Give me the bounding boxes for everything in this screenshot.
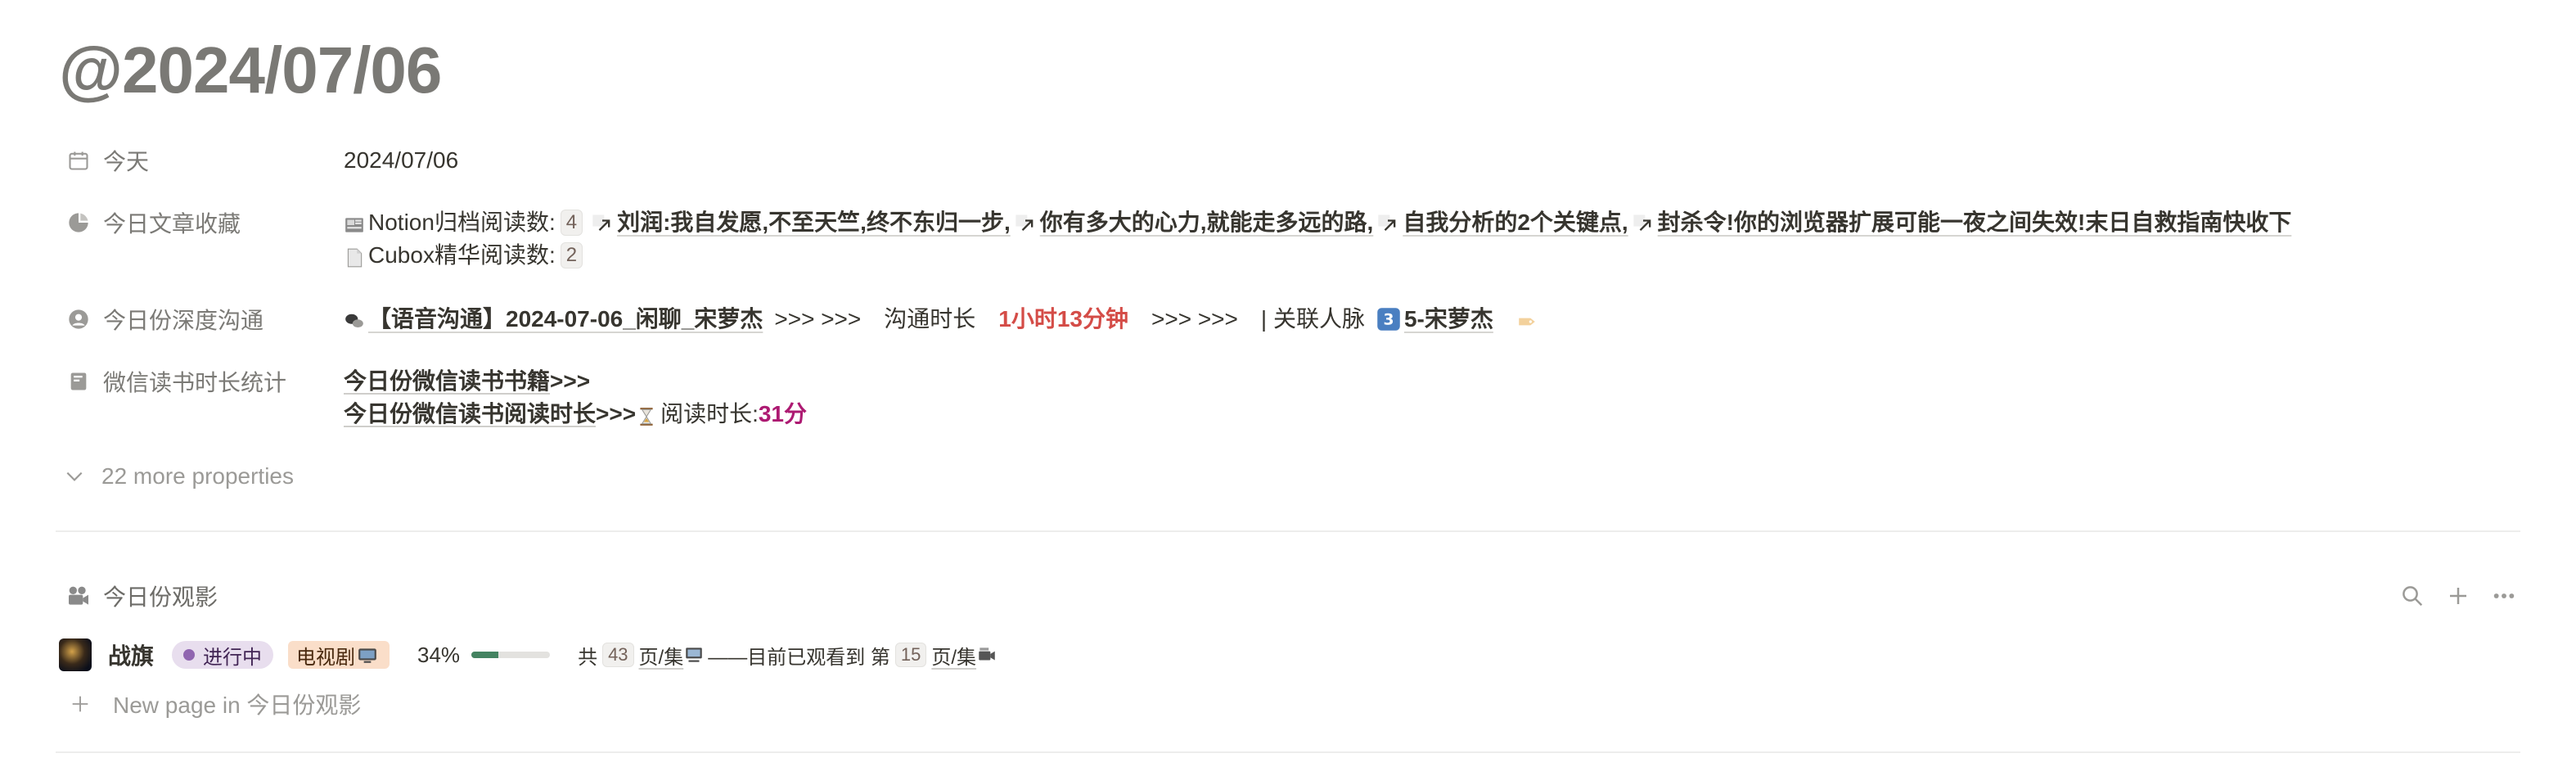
pie-chart-icon <box>67 211 90 234</box>
link-arrow-icon <box>1376 211 1399 234</box>
film-camera-icon <box>65 583 92 609</box>
relation-link[interactable]: 5-宋萝杰 <box>1404 303 1493 336</box>
wechat-books-line: 今日份微信读书书籍 >>> <box>344 365 2494 398</box>
progress-bar <box>471 652 551 658</box>
category-tag-text: 电视剧 <box>296 646 356 669</box>
cubox-line: Cubox精华阅读数: 2 <box>344 239 2494 272</box>
notion-archive-label: Notion归档阅读数: <box>368 210 556 235</box>
reading-duration-prefix: 阅读时长: <box>660 401 759 426</box>
property-row-deep-talk: 今日份深度沟通 【语音沟通】2024-07-06_闲聊_宋萝杰 >>> >>> … <box>59 303 2494 336</box>
calendar-icon <box>67 149 90 172</box>
tag-label-icon <box>1516 309 1538 330</box>
watched-count: 15 <box>894 643 927 667</box>
article-link-4[interactable]: 封杀令!你的浏览器扩展可能一夜之间失效!末日自救指南快收下 <box>1658 206 2292 239</box>
total-suffix: 页/集 <box>638 646 684 669</box>
plus-icon <box>72 696 88 712</box>
today-date: 2024/07/06 <box>344 147 459 173</box>
status-dot <box>183 649 196 661</box>
duration-label: 沟通时长 <box>884 306 976 332</box>
notion-archive-count: 4 <box>560 210 583 236</box>
progress-fill <box>471 652 498 658</box>
property-label-wechat-reading[interactable]: 微信读书时长统计 <box>59 365 344 398</box>
speech-bubbles-icon <box>344 309 365 330</box>
property-label-text: 今日文章收藏 <box>103 211 241 237</box>
more-properties-label: 22 more properties <box>101 463 295 489</box>
database-actions <box>2399 583 2517 609</box>
new-page-label: New page in 今日份观影 <box>113 693 362 718</box>
page-title[interactable]: @2024/07/06 <box>59 31 442 110</box>
more-options-icon[interactable] <box>2491 583 2517 609</box>
wechat-books-arrows: >>> <box>550 368 591 394</box>
database-title-text: 今日份观影 <box>103 584 218 610</box>
deep-talk-line: 【语音沟通】2024-07-06_闲聊_宋萝杰 >>> >>> 沟通时长 1小时… <box>344 303 2494 336</box>
page-thumbnail <box>59 638 92 671</box>
newspaper-icon <box>344 212 365 233</box>
cubox-count: 2 <box>560 242 583 268</box>
watched-text: ——目前已观看到 第 <box>708 646 890 669</box>
property-value-deep-talk[interactable]: 【语音沟通】2024-07-06_闲聊_宋萝杰 >>> >>> 沟通时长 1小时… <box>344 303 2494 336</box>
property-value-wechat-reading[interactable]: 今日份微信读书书籍 >>> 今日份微信读书阅读时长 >>> 阅读时长: 31分 <box>344 365 2494 431</box>
database-row[interactable]: 战旗 进行中 电视剧 34% 共 43 页/集 ——目前已观看到 第 15 页/… <box>59 637 1001 673</box>
duration-value: 1小时13分钟 <box>998 306 1128 332</box>
deep-talk-arrows-2: >>> >>> <box>1151 306 1238 332</box>
new-page-button[interactable]: New page in 今日份观影 <box>69 688 361 720</box>
article-link-2[interactable]: 你有多大的心力,就能走多远的路, <box>1040 206 1374 239</box>
relation-label: | 关联人脉 <box>1260 306 1365 332</box>
property-label-today[interactable]: 今天 <box>59 144 344 177</box>
svg-text:3: 3 <box>1383 311 1394 328</box>
reading-duration-value: 31分 <box>758 401 808 426</box>
total-prefix: 共 <box>578 646 598 669</box>
wechat-time-arrows: >>> <box>596 401 637 426</box>
progress-percent: 34% <box>417 642 461 667</box>
keycap-3-icon: 3 <box>1376 307 1401 332</box>
divider <box>56 530 2520 532</box>
database-header: 今日份观影 <box>59 578 2517 614</box>
property-row-today: 今天 2024/07/06 <box>59 144 2494 177</box>
hourglass-icon <box>636 404 657 426</box>
computer-icon <box>683 644 705 666</box>
link-arrow-icon <box>591 211 614 234</box>
row-title[interactable]: 战旗 <box>108 638 154 671</box>
chevron-down-icon <box>66 471 83 481</box>
wechat-books-label[interactable]: 今日份微信读书书籍 <box>344 365 550 398</box>
deep-talk-arrows-1: >>> >>> <box>774 306 862 332</box>
watched-suffix: 页/集 <box>931 646 977 669</box>
property-label-deep-talk[interactable]: 今日份深度沟通 <box>59 303 344 336</box>
divider <box>56 751 2520 753</box>
wechat-time-line: 今日份微信读书阅读时长 >>> 阅读时长: 31分 <box>344 398 2494 431</box>
notion-archive-line: Notion归档阅读数: 4 刘润:我自发愿,不至天竺,终不东归一步, 你有多大… <box>344 206 2494 239</box>
document-icon <box>344 245 365 268</box>
category-tag: 电视剧 <box>288 641 390 669</box>
cubox-label: Cubox精华阅读数: <box>368 242 556 268</box>
property-value-today[interactable]: 2024/07/06 <box>344 144 2494 177</box>
property-row-wechat-reading: 微信读书时长统计 今日份微信读书书籍 >>> 今日份微信读书阅读时长 >>> 阅… <box>59 365 2494 431</box>
total-count: 43 <box>602 643 634 667</box>
book-icon <box>67 370 90 393</box>
property-label-text: 今日份深度沟通 <box>103 308 264 333</box>
property-value-saved-articles[interactable]: Notion归档阅读数: 4 刘润:我自发愿,不至天竺,终不东归一步, 你有多大… <box>344 206 2494 272</box>
plus-icon[interactable] <box>2445 583 2471 609</box>
search-icon[interactable] <box>2399 583 2425 609</box>
status-badge: 进行中 <box>172 641 274 669</box>
property-row-saved-articles: 今日文章收藏 Notion归档阅读数: 4 刘润:我自发愿,不至天竺,终不东归一… <box>59 206 2494 272</box>
tv-icon <box>357 644 378 666</box>
property-label-saved-articles[interactable]: 今日文章收藏 <box>59 206 344 239</box>
movie-camera-icon <box>976 644 998 666</box>
wechat-time-label[interactable]: 今日份微信读书阅读时长 <box>344 398 596 431</box>
article-link-3[interactable]: 自我分析的2个关键点, <box>1403 206 1628 239</box>
property-label-text: 今天 <box>103 149 150 174</box>
link-arrow-icon <box>1632 211 1655 234</box>
voice-talk-link[interactable]: 【语音沟通】2024-07-06_闲聊_宋萝杰 <box>368 303 763 336</box>
person-circle-icon <box>67 308 90 331</box>
link-arrow-icon <box>1014 211 1037 234</box>
property-label-text: 微信读书时长统计 <box>103 370 287 395</box>
status-text: 进行中 <box>203 646 263 669</box>
article-link-1[interactable]: 刘润:我自发愿,不至天竺,终不东归一步, <box>617 206 1011 239</box>
database-title[interactable]: 今日份观影 <box>59 580 218 612</box>
more-properties-toggle[interactable]: 22 more properties <box>64 463 294 490</box>
